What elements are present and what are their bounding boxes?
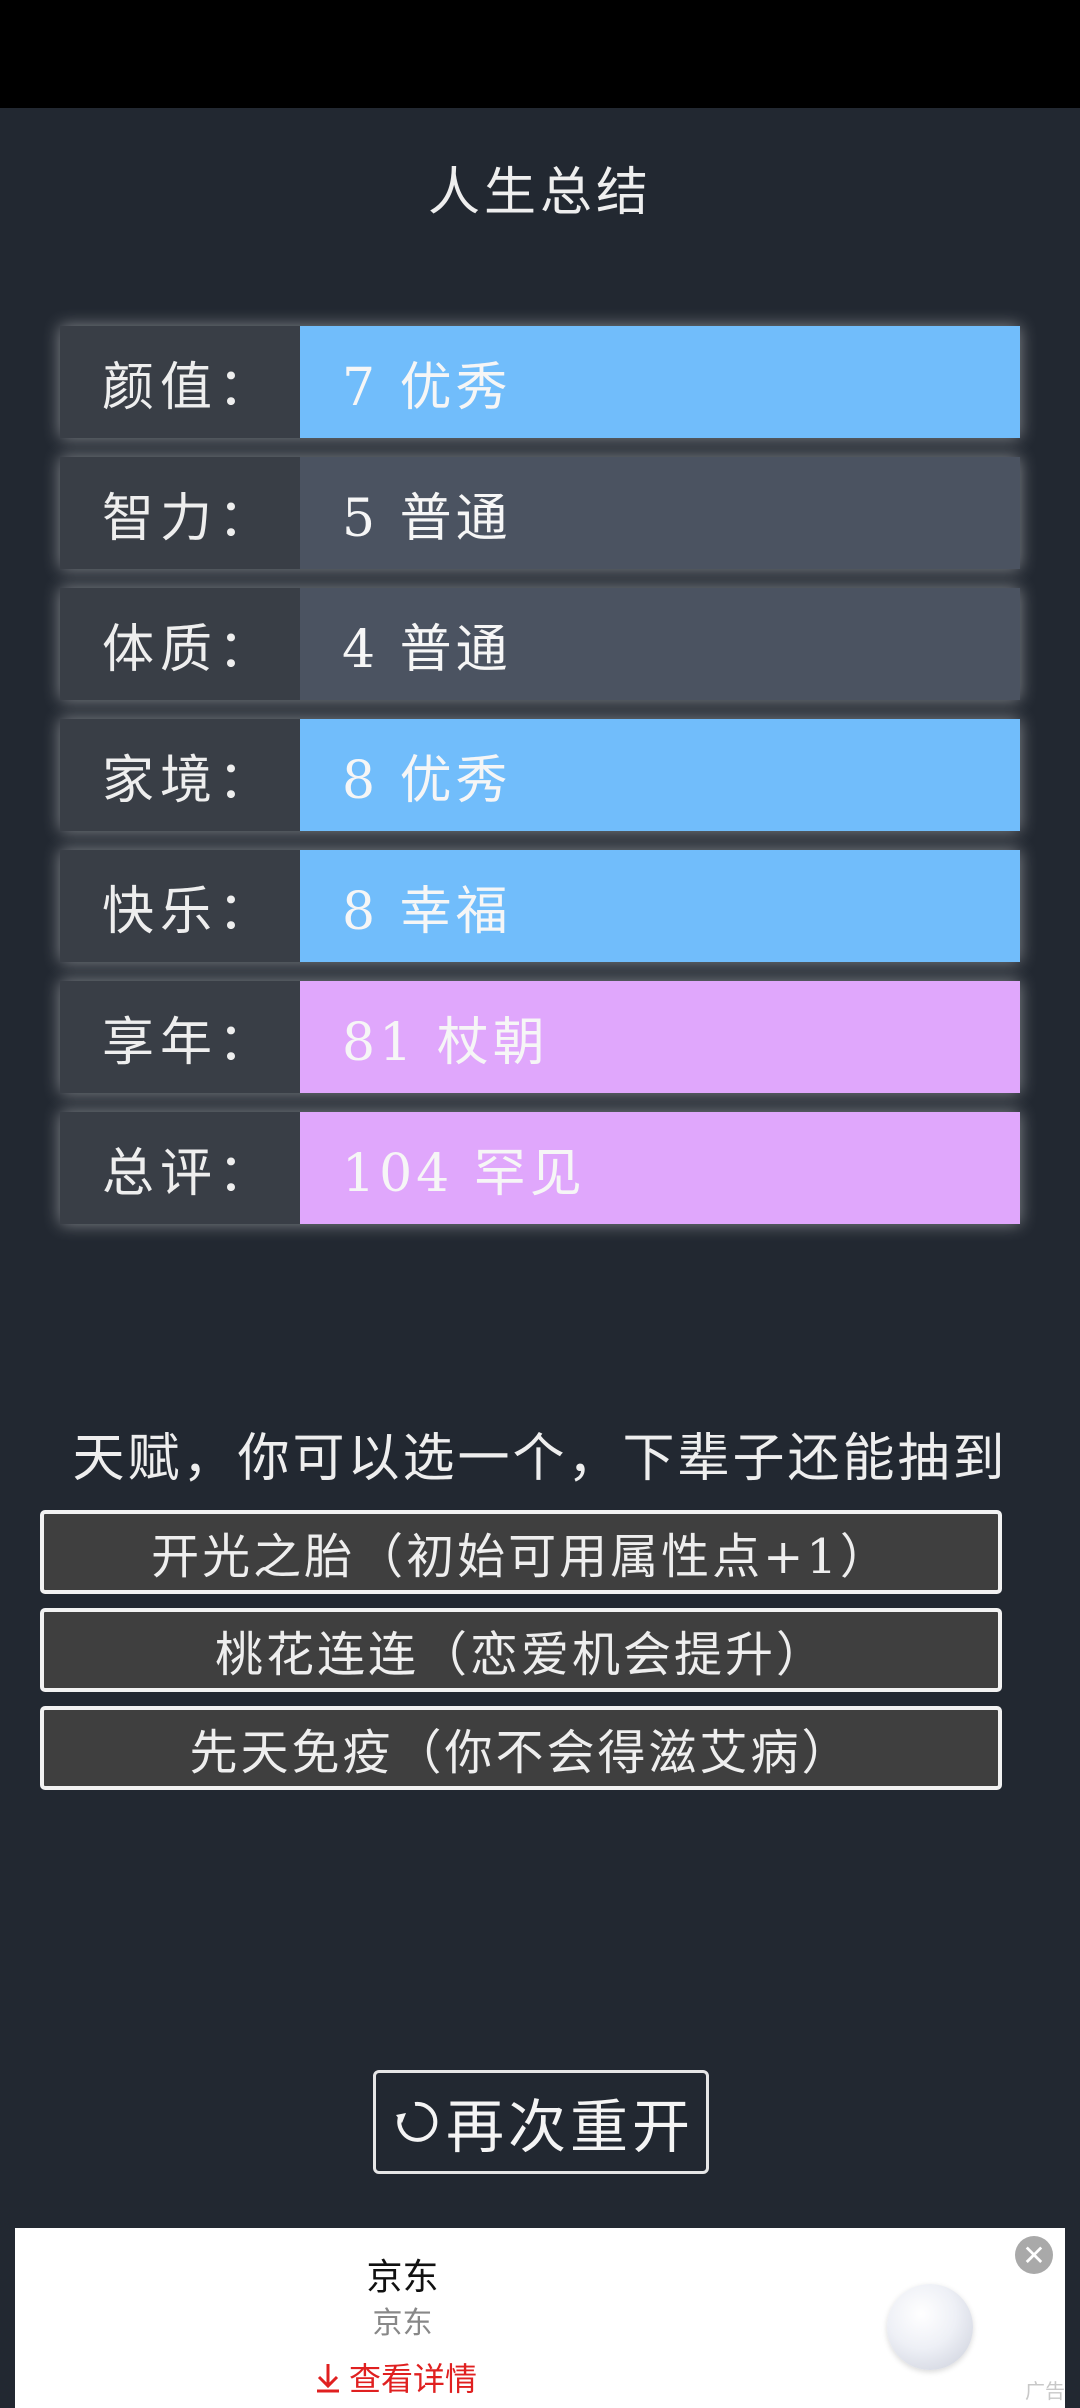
stat-value: 81 杖朝 (300, 981, 1020, 1093)
stat-label: 智力： (60, 457, 300, 569)
page-title: 人生总结 (427, 163, 652, 223)
stat-label: 家境： (60, 719, 300, 831)
restart-button[interactable]: 再次重开 (373, 2070, 709, 2174)
stat-value: 8 幸福 (300, 850, 1020, 962)
status-bar (0, 0, 1080, 108)
ad-banner[interactable]: 京东 京东 查看详情 ✕ 广告 (15, 2228, 1065, 2408)
ad-subtitle: 京东 (372, 2306, 433, 2341)
talent-option[interactable]: 开光之胎（初始可用属性点+1） (40, 1510, 1002, 1594)
download-arrow-icon (317, 2364, 339, 2393)
talent-option[interactable]: 桃花连连（恋爱机会提升） (40, 1608, 1002, 1692)
stat-value: 8 优秀 (300, 719, 1020, 831)
stat-label: 体质： (60, 588, 300, 700)
stat-row-overall: 总评： 104 罕见 (60, 1112, 1020, 1224)
stat-row-intelligence: 智力： 5 普通 (60, 457, 1020, 569)
restart-label: 再次重开 (445, 2093, 694, 2161)
talent-list: 开光之胎（初始可用属性点+1） 桃花连连（恋爱机会提升） 先天免疫（你不会得滋艾… (40, 1510, 1002, 1804)
stat-value: 104 罕见 (300, 1112, 1020, 1224)
ad-tag: 广告 (1025, 2379, 1065, 2403)
ad-details-link[interactable]: 查看详情 (313, 2354, 477, 2400)
talent-heading: 天赋，你可以选一个，下辈子还能抽到 (72, 1429, 1008, 1489)
stat-value: 7 优秀 (300, 326, 1020, 438)
stat-label: 快乐： (60, 850, 300, 962)
stat-label: 享年： (60, 981, 300, 1093)
stat-row-happiness: 快乐： 8 幸福 (60, 850, 1020, 962)
stat-label: 总评： (60, 1112, 300, 1224)
stat-value: 4 普通 (300, 588, 1020, 700)
close-icon[interactable]: ✕ (1015, 2236, 1053, 2274)
summary-list: 颜值： 7 优秀 智力： 5 普通 体质： 4 普通 家境： 8 优秀 快乐： … (60, 326, 1020, 1243)
stat-row-constitution: 体质： 4 普通 (60, 588, 1020, 700)
stat-row-lifespan: 享年： 81 杖朝 (60, 981, 1020, 1093)
stat-label: 颜值： (60, 326, 300, 438)
ad-cta-label: 查看详情 (349, 2360, 478, 2398)
stat-value: 5 普通 (300, 457, 1020, 569)
stat-row-appearance: 颜值： 7 优秀 (60, 326, 1020, 438)
talent-option[interactable]: 先天免疫（你不会得滋艾病） (40, 1706, 1002, 1790)
ad-brand: 京东 (366, 2257, 439, 2298)
stat-row-family: 家境： 8 优秀 (60, 719, 1020, 831)
ad-product-image (887, 2284, 973, 2370)
refresh-icon (395, 2101, 438, 2142)
